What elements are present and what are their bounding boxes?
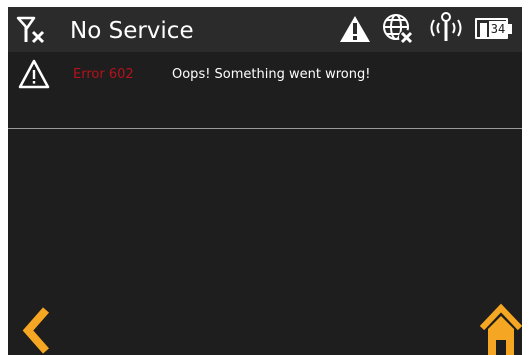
- home-button[interactable]: [480, 302, 522, 355]
- battery-level: 34: [489, 21, 507, 38]
- battery-icon: 34: [475, 18, 513, 41]
- globe-disabled-icon: [383, 14, 413, 44]
- home-icon: [480, 303, 522, 355]
- status-title: No Service: [70, 18, 194, 44]
- battery-body: 34: [475, 18, 508, 39]
- divider: [8, 128, 522, 129]
- error-code: Error 602: [73, 67, 134, 82]
- no-signal-icon: [16, 16, 45, 44]
- status-bar: No Service 34: [8, 7, 522, 52]
- warning-icon: [340, 16, 370, 42]
- warning-outline-icon: [18, 59, 50, 89]
- back-button[interactable]: [16, 306, 56, 355]
- error-row: Error 602 Oops! Something went wrong!: [8, 52, 522, 128]
- chevron-left-icon: [22, 307, 50, 354]
- wireless-broadcast-icon: [430, 12, 462, 41]
- error-message: Oops! Something went wrong!: [172, 67, 371, 82]
- battery-fill: [480, 23, 487, 38]
- battery-terminal: [507, 24, 512, 34]
- device-screen: No Service 34 Error 602 Oops! Something …: [8, 7, 522, 355]
